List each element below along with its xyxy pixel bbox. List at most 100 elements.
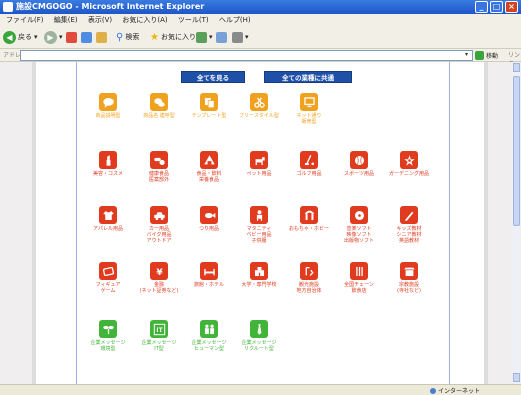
favorites-button[interactable]: ★ お気に入り bbox=[150, 29, 196, 45]
golf-icon[interactable] bbox=[300, 151, 318, 169]
left-margin-band bbox=[0, 62, 36, 384]
home-icon bbox=[96, 31, 107, 43]
people-icon[interactable] bbox=[200, 320, 218, 338]
home-button[interactable] bbox=[96, 29, 107, 45]
scroll-up-arrow[interactable] bbox=[513, 63, 520, 72]
history-icon bbox=[196, 31, 207, 43]
baby-icon[interactable] bbox=[250, 206, 268, 224]
window-title: 施設CMGOGO - Microsoft Internet Explorer bbox=[16, 2, 205, 11]
baseball-icon[interactable] bbox=[350, 151, 368, 169]
menu-bar: ファイル(F) 編集(E) 表示(V) お気に入り(A) ツール(T) ヘルプ(… bbox=[0, 14, 521, 26]
category-label[interactable]: ガーデニング用品 bbox=[378, 171, 440, 177]
flower-icon[interactable] bbox=[400, 151, 418, 169]
category-label[interactable]: ネット通り 販売型 bbox=[278, 113, 340, 125]
copy-icon[interactable] bbox=[200, 93, 218, 111]
car-icon[interactable] bbox=[150, 206, 168, 224]
fish-icon[interactable] bbox=[200, 206, 218, 224]
menu-tools[interactable]: ツール(T) bbox=[174, 14, 213, 26]
forward-arrow-icon: ▶ bbox=[44, 30, 57, 44]
menu-favorites[interactable]: お気に入り(A) bbox=[118, 14, 171, 26]
page-content: 全てを見る 全ての業種に共通 商品説明型 商品名 連呼型 テンプレート型 フリースタイ… bbox=[0, 62, 512, 384]
lipstick-icon[interactable] bbox=[99, 151, 117, 169]
globe-icon bbox=[430, 387, 436, 394]
menu-edit[interactable]: 編集(E) bbox=[50, 14, 82, 26]
print-button[interactable]: ▾ bbox=[232, 29, 249, 45]
yen-icon[interactable]: ¥ bbox=[150, 262, 168, 280]
bed-icon[interactable] bbox=[200, 262, 218, 280]
search-button[interactable]: ⚲ 検索 bbox=[116, 29, 139, 45]
menu-file[interactable]: ファイル(F) bbox=[2, 14, 48, 26]
stop-button[interactable] bbox=[66, 29, 77, 45]
menu-view[interactable]: 表示(V) bbox=[84, 14, 116, 26]
shrine-icon[interactable] bbox=[400, 262, 418, 280]
school-icon[interactable] bbox=[250, 262, 268, 280]
close-button[interactable]: × bbox=[505, 1, 518, 13]
status-bar: インターネット bbox=[0, 384, 521, 395]
scissors-icon[interactable] bbox=[250, 93, 268, 111]
svg-text:¥: ¥ bbox=[156, 267, 163, 277]
search-icon: ⚲ bbox=[116, 31, 124, 43]
go-arrow-icon bbox=[475, 50, 484, 60]
go-button[interactable]: 移動 bbox=[475, 50, 498, 60]
mail-button[interactable] bbox=[216, 29, 227, 45]
gate-icon[interactable] bbox=[300, 262, 318, 280]
dog-icon[interactable] bbox=[250, 151, 268, 169]
refresh-button[interactable] bbox=[81, 29, 92, 45]
category-label[interactable]: キッズ教材 シニア教材 英語教材 bbox=[378, 226, 440, 244]
address-bar: アドレス(D) ▾ 移動 リンク bbox=[0, 49, 521, 68]
svg-text:IT: IT bbox=[156, 328, 162, 334]
chevron-down-icon: ▾ bbox=[34, 33, 38, 41]
toy-icon[interactable] bbox=[300, 206, 318, 224]
search-label: 検索 bbox=[125, 33, 140, 41]
tshirt-icon[interactable] bbox=[99, 206, 117, 224]
category-tile[interactable]: ガーデニング用品 bbox=[378, 151, 440, 177]
vertical-scrollbar[interactable] bbox=[512, 62, 521, 384]
content-frame-right bbox=[449, 62, 450, 384]
stop-icon bbox=[66, 31, 77, 43]
category-label[interactable]: 宗教施設 (寺社など) bbox=[378, 282, 440, 294]
maximize-button[interactable]: □ bbox=[490, 1, 503, 13]
toolbar: ◀ 戻る ▾ ▶ ▾ ⚲ 検索 ★ お気に入り ▾ ▾ bbox=[0, 26, 521, 49]
all-industries-button[interactable]: 全ての業種に共通 bbox=[264, 71, 352, 83]
tie-icon[interactable] bbox=[250, 320, 268, 338]
favorites-label: お気に入り bbox=[160, 33, 196, 41]
chevron-down-icon: ▾ bbox=[59, 33, 63, 41]
view-all-button[interactable]: 全てを見る bbox=[181, 71, 245, 83]
history-button[interactable]: ▾ bbox=[196, 29, 213, 45]
chat-icon[interactable] bbox=[150, 93, 168, 111]
monitor-icon[interactable] bbox=[300, 93, 318, 111]
right-margin-band bbox=[484, 62, 512, 384]
category-label[interactable]: 企業メッセージ リクルート型 bbox=[228, 340, 290, 352]
mail-icon bbox=[216, 31, 227, 43]
category-tile[interactable]: 企業メッセージ リクルート型 bbox=[228, 320, 290, 352]
restaurant-icon[interactable] bbox=[350, 262, 368, 280]
category-tile[interactable]: ネット通り 販売型 bbox=[278, 93, 340, 125]
menu-help[interactable]: ヘルプ(H) bbox=[215, 14, 255, 26]
chevron-down-icon: ▾ bbox=[245, 33, 249, 41]
chevron-down-icon: ▾ bbox=[209, 33, 213, 41]
game-icon[interactable] bbox=[99, 262, 117, 280]
window-controls: _ □ × bbox=[475, 1, 518, 13]
forward-button[interactable]: ▶ ▾ bbox=[44, 29, 63, 45]
it-icon[interactable]: IT bbox=[150, 320, 168, 338]
scrollbar-thumb[interactable] bbox=[513, 76, 520, 226]
speech-bubble-icon[interactable] bbox=[99, 93, 117, 111]
pills-icon[interactable] bbox=[150, 151, 168, 169]
refresh-icon bbox=[81, 31, 92, 43]
address-input[interactable] bbox=[20, 50, 473, 61]
riceball-icon[interactable] bbox=[200, 151, 218, 169]
disc-icon[interactable] bbox=[350, 206, 368, 224]
back-label: 戻る bbox=[18, 33, 32, 41]
star-icon: ★ bbox=[150, 31, 159, 43]
minimize-button[interactable]: _ bbox=[475, 1, 488, 13]
category-tile[interactable]: キッズ教材 シニア教材 英語教材 bbox=[378, 206, 440, 244]
go-label: 移動 bbox=[486, 52, 499, 60]
address-dropdown-icon[interactable]: ▾ bbox=[465, 51, 471, 59]
title-bar: 施設CMGOGO - Microsoft Internet Explorer _… bbox=[0, 0, 521, 14]
category-tile[interactable]: 宗教施設 (寺社など) bbox=[378, 262, 440, 294]
sprout-icon[interactable] bbox=[99, 320, 117, 338]
scroll-down-arrow[interactable] bbox=[513, 373, 520, 382]
pencil-icon[interactable] bbox=[400, 206, 418, 224]
ie-window-icon bbox=[3, 2, 13, 12]
back-button[interactable]: ◀ 戻る ▾ bbox=[3, 29, 38, 45]
